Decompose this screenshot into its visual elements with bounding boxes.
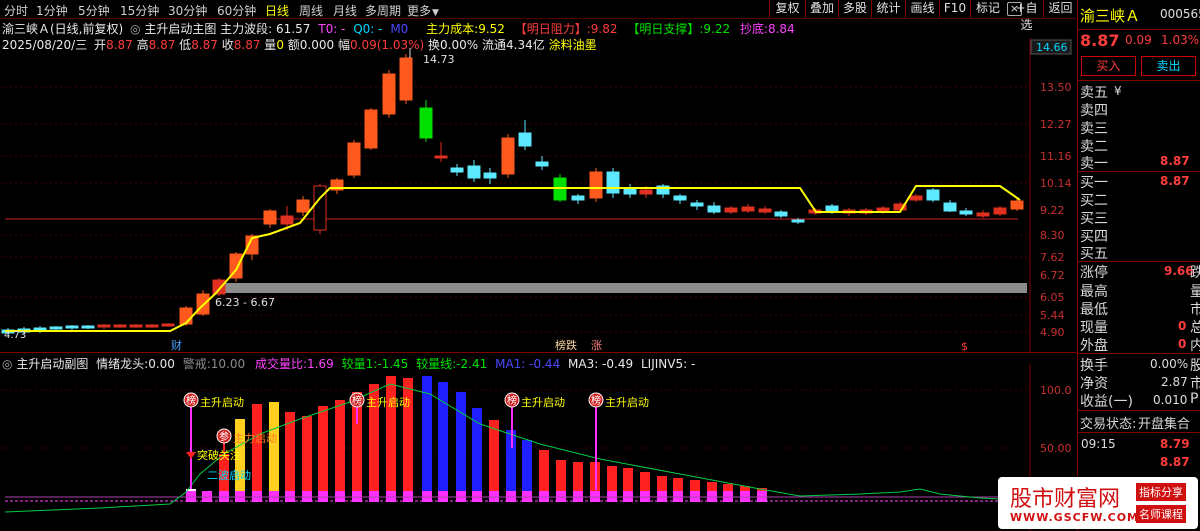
tab-monthly[interactable]: 月线 (333, 2, 357, 19)
price-change-pct: 1.03% (1161, 33, 1200, 47)
tab-multi-period[interactable]: 多周期 (365, 2, 401, 19)
svg-text:6.05: 6.05 (1040, 291, 1065, 304)
f10-button[interactable]: F10 (939, 0, 970, 18)
svg-text:参: 参 (219, 430, 229, 443)
buy-button[interactable]: 买入 (1081, 56, 1136, 76)
wave-value: 61.57 (276, 22, 311, 36)
tab-15min[interactable]: 15分钟 (120, 2, 159, 19)
svg-text:主升启动: 主升启动 (200, 396, 244, 409)
fq-button[interactable]: 复权 (769, 0, 805, 18)
range-label: 6.23 - 6.67 (215, 296, 275, 309)
back-button[interactable]: 返回 (1043, 0, 1077, 18)
multi-stock-button[interactable]: 多股 (838, 0, 871, 18)
add-favorite-button[interactable]: +自选 (1010, 0, 1043, 32)
svg-text:突破关注: 突破关注 (197, 448, 241, 462)
tab-fenshi[interactable]: 分时 (4, 2, 28, 19)
svg-text:榜: 榜 (507, 394, 517, 407)
trade-state: 开盘集合 (1138, 417, 1191, 432)
svg-text:7.62: 7.62 (1040, 251, 1065, 264)
period-toolbar: 分时 1分钟 5分钟 15分钟 30分钟 60分钟 日线 周线 月线 多周期 更… (0, 0, 1077, 32)
trade-state-label: 交易状态: (1080, 417, 1137, 432)
s-marker[interactable]: $ (961, 340, 968, 352)
low-marker: 4.73 (4, 330, 26, 341)
high-marker: 14.73 (423, 53, 455, 66)
tab-5min[interactable]: 5分钟 (78, 2, 110, 19)
stats-button[interactable]: 统计 (871, 0, 905, 18)
stock-code: 000565 (1160, 7, 1200, 21)
volume-indicator-chart[interactable]: 榜主升启动榜主升启动榜主升启动榜主升启动参 主力启动突破关注二波启动 100.0 … (0, 364, 1077, 531)
bottom-value: 8.84 (767, 22, 795, 36)
draw-button[interactable]: 画线 (905, 0, 939, 18)
main-indicator-name[interactable]: 主升启动主图 (144, 22, 216, 36)
candlestick-chart[interactable]: 14.73 4.73 6.23 - 6.67 14.66 13.50 12.27… (0, 38, 1077, 352)
svg-text:13.50: 13.50 (1040, 81, 1072, 94)
zhang-marker[interactable]: 涨 (591, 339, 602, 352)
price-grid (0, 38, 1031, 352)
watermark-logo: 股市财富网 WWW.GSCFW.COM 指标分享 名师课程 (998, 477, 1198, 529)
svg-text:10.14: 10.14 (1040, 177, 1072, 190)
svg-text:榜: 榜 (352, 394, 362, 407)
svg-text:主升启动: 主升启动 (366, 396, 410, 409)
main-trend-line (5, 185, 1021, 332)
cai-marker[interactable]: 财 (171, 338, 182, 352)
bang-marker[interactable]: 榜跌 (555, 338, 577, 352)
indicator-settings-icon[interactable]: ◎ (130, 22, 140, 36)
svg-text:100.0: 100.0 (1040, 384, 1072, 397)
pane-divider[interactable] (0, 352, 1077, 353)
resist-value: 9.82 (590, 22, 618, 36)
tab-daily[interactable]: 日线 (265, 2, 289, 19)
svg-text:5.44: 5.44 (1040, 309, 1065, 322)
svg-text:11.16: 11.16 (1040, 150, 1072, 163)
quote-header: 渝三峡Ａ 000565 (1078, 0, 1200, 30)
price-axis: 14.66 13.50 12.27 11.16 10.14 9.22 8.30 … (1030, 39, 1072, 339)
price-change: 0.09 (1125, 33, 1152, 47)
svg-text:50.00: 50.00 (1040, 442, 1072, 455)
svg-text:主力启动: 主力启动 (233, 432, 277, 445)
last-price: 8.87 (1080, 31, 1120, 50)
svg-text:9.22: 9.22 (1040, 204, 1065, 217)
svg-text:4.90: 4.90 (1040, 326, 1065, 339)
tab-30min[interactable]: 30分钟 (168, 2, 207, 19)
quote-panel: 渝三峡Ａ 000565 8.87 0.09 1.03% 买入 卖出 卖五 ¥ 卖… (1077, 0, 1200, 531)
tab-60min[interactable]: 60分钟 (217, 2, 256, 19)
svg-text:14.66: 14.66 (1036, 41, 1068, 54)
sell-button[interactable]: 卖出 (1141, 56, 1196, 76)
svg-text:榜: 榜 (186, 394, 196, 407)
tab-1min[interactable]: 1分钟 (36, 2, 68, 19)
mark-button[interactable]: 标记 (970, 0, 1005, 18)
chevron-down-icon: ▼ (432, 8, 439, 18)
tab-weekly[interactable]: 周线 (299, 2, 323, 19)
main-chart-header: 渝三峡Ａ(日线,前复权) ◎ 主升启动主图 主力波段: 61.57 T0: - … (2, 22, 795, 36)
svg-text:6.72: 6.72 (1040, 269, 1065, 282)
svg-text:主升启动: 主升启动 (521, 396, 565, 409)
stock-title: 渝三峡Ａ(日线,前复权) (2, 22, 124, 36)
stock-name: 渝三峡Ａ (1080, 7, 1141, 25)
svg-text:榜: 榜 (591, 394, 601, 407)
support-value: 9.22 (703, 22, 731, 36)
support-band (215, 283, 1027, 293)
svg-text:8.30: 8.30 (1040, 229, 1065, 242)
svg-text:12.27: 12.27 (1040, 118, 1072, 131)
overlay-button[interactable]: 叠加 (805, 0, 838, 18)
svg-text:二波启动: 二波启动 (207, 469, 251, 482)
svg-text:主升启动: 主升启动 (605, 396, 649, 409)
cost-value: 9.52 (478, 22, 505, 36)
tab-more[interactable]: 更多▼ (407, 2, 439, 19)
